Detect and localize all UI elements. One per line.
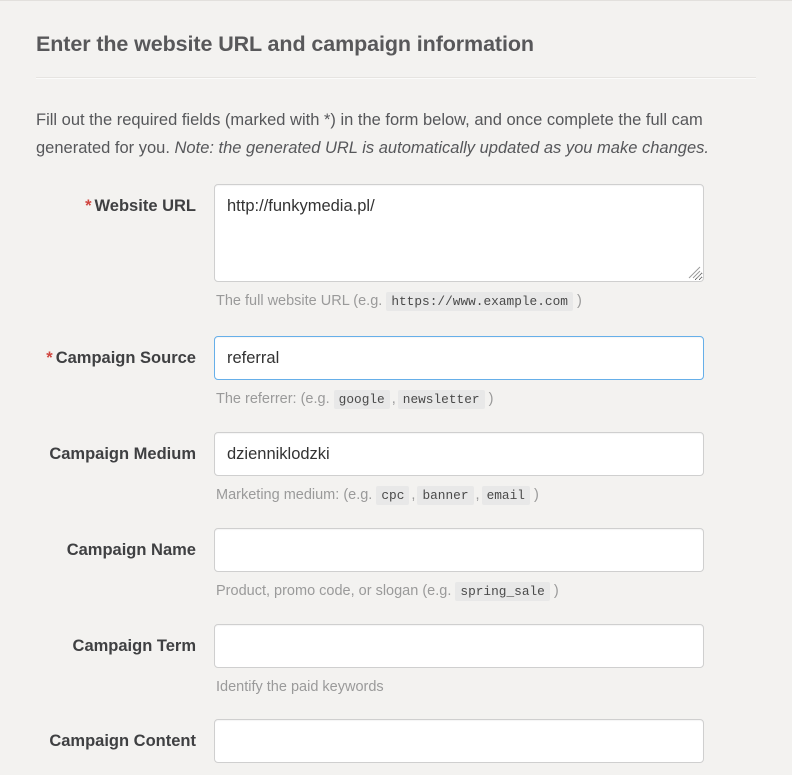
campaign-content-input[interactable] [214,719,704,763]
campaign-term-input[interactable] [214,624,704,668]
label-text-campaign-name: Campaign Name [66,541,196,559]
help-suffix-campaign-source: ) [488,391,494,407]
campaign-form: *Website URLThe full website URL (e.g. h… [0,184,792,775]
help-code-separator: , [411,487,416,503]
intro-paragraph: Fill out the required fields (marked wit… [36,106,792,162]
help-prefix-campaign-source: The referrer: (e.g. [216,391,330,407]
label-text-campaign-medium: Campaign Medium [49,445,196,463]
label-campaign-content: Campaign Content [0,719,214,751]
campaign-medium-input[interactable] [214,432,704,476]
label-campaign-term: Campaign Term [0,624,214,656]
help-prefix-campaign-medium: Marketing medium: (e.g. [216,487,373,503]
field-col-campaign-content: Use to differentiate ads [214,719,706,775]
label-campaign-name: Campaign Name [0,528,214,560]
help-code-chip: https://www.example.com [386,292,573,311]
form-row-website-url: *Website URL The full website URL (e.g. h… [0,184,792,312]
label-text-website-url: Website URL [94,197,196,215]
help-text-website-url: The full website URL (e.g. https://www.e… [216,291,706,312]
row-spacer [0,410,792,432]
help-suffix-campaign-name: ) [553,583,559,599]
help-code-chip: cpc [376,486,410,505]
label-website-url: * Website URL [0,184,214,216]
form-row-campaign-term: Campaign Term Identify the paid keywords [0,624,792,697]
required-marker-campaign-source: * [46,349,53,367]
label-text-campaign-term: Campaign Term [72,637,196,655]
form-row-campaign-content: Campaign Content Use to differentiate ads [0,719,792,775]
help-text-campaign-medium: Marketing medium: (e.g. cpc, banner, email… [216,485,706,506]
field-col-campaign-name: Product, promo code, or slogan (e.g. spr… [214,528,706,602]
panel-header: Enter the website URL and campaign infor… [0,1,792,57]
intro-note-italic: Note: the generated URL is automatically… [174,139,709,157]
help-suffix-website-url: ) [577,293,582,309]
field-col-campaign-source: The referrer: (e.g. google,newsletter ) [214,336,706,410]
help-code-chip: newsletter [397,390,485,409]
help-prefix-website-url: The full website URL (e.g. [216,293,383,309]
row-spacer [0,312,792,336]
field-col-campaign-medium: Marketing medium: (e.g. cpc,banner,email… [214,432,706,506]
help-code-separator: , [391,391,396,407]
label-text-campaign-content: Campaign Content [49,732,196,750]
intro-line-2: generated for you. Note: the generated U… [36,134,792,162]
help-text-campaign-term: Identify the paid keywords [216,677,706,697]
required-marker-website-url: * [85,197,92,215]
help-code-chip: google [333,390,390,409]
header-divider [36,77,756,78]
intro-line-2-prefix: generated for you. [36,139,175,157]
help-prefix-campaign-name: Product, promo code, or slogan (e.g. [216,583,452,599]
help-suffix-campaign-medium: ) [534,487,539,503]
help-code-chip: banner [417,486,474,505]
campaign-url-builder-panel: Enter the website URL and campaign infor… [0,0,792,775]
help-text-campaign-source: The referrer: (e.g. google, newsletter ) [216,389,706,410]
row-spacer [0,602,792,624]
help-text-campaign-name: Product, promo code, or slogan (e.g. spr… [216,581,706,602]
textarea-wrap-website-url [214,184,704,282]
help-code-chip: email [481,486,530,505]
form-row-campaign-name: Campaign Name Product, promo code, or slo… [0,528,792,602]
form-row-campaign-medium: Campaign Medium Marketing medium: (e.g. c… [0,432,792,506]
campaign-source-input[interactable] [214,336,704,380]
help-code-separator: , [475,487,480,503]
website-url-textarea[interactable] [214,184,704,282]
page-title: Enter the website URL and campaign infor… [36,32,534,56]
label-campaign-medium: Campaign Medium [0,432,214,464]
help-prefix-campaign-term: Identify the paid keywords [216,679,384,695]
campaign-name-input[interactable] [214,528,704,572]
help-code-chip: spring_sale [455,582,550,601]
form-row-campaign-source: *Campaign SourceThe referrer: (e.g. goog… [0,336,792,410]
field-col-campaign-term: Identify the paid keywords [214,624,706,697]
row-spacer [0,506,792,528]
field-col-website-url: The full website URL (e.g. https://www.e… [214,184,706,312]
label-campaign-source: * Campaign Source [0,336,214,368]
intro-line-1: Fill out the required fields (marked wit… [36,111,703,129]
row-spacer [0,697,792,719]
label-text-campaign-source: Campaign Source [55,349,196,367]
